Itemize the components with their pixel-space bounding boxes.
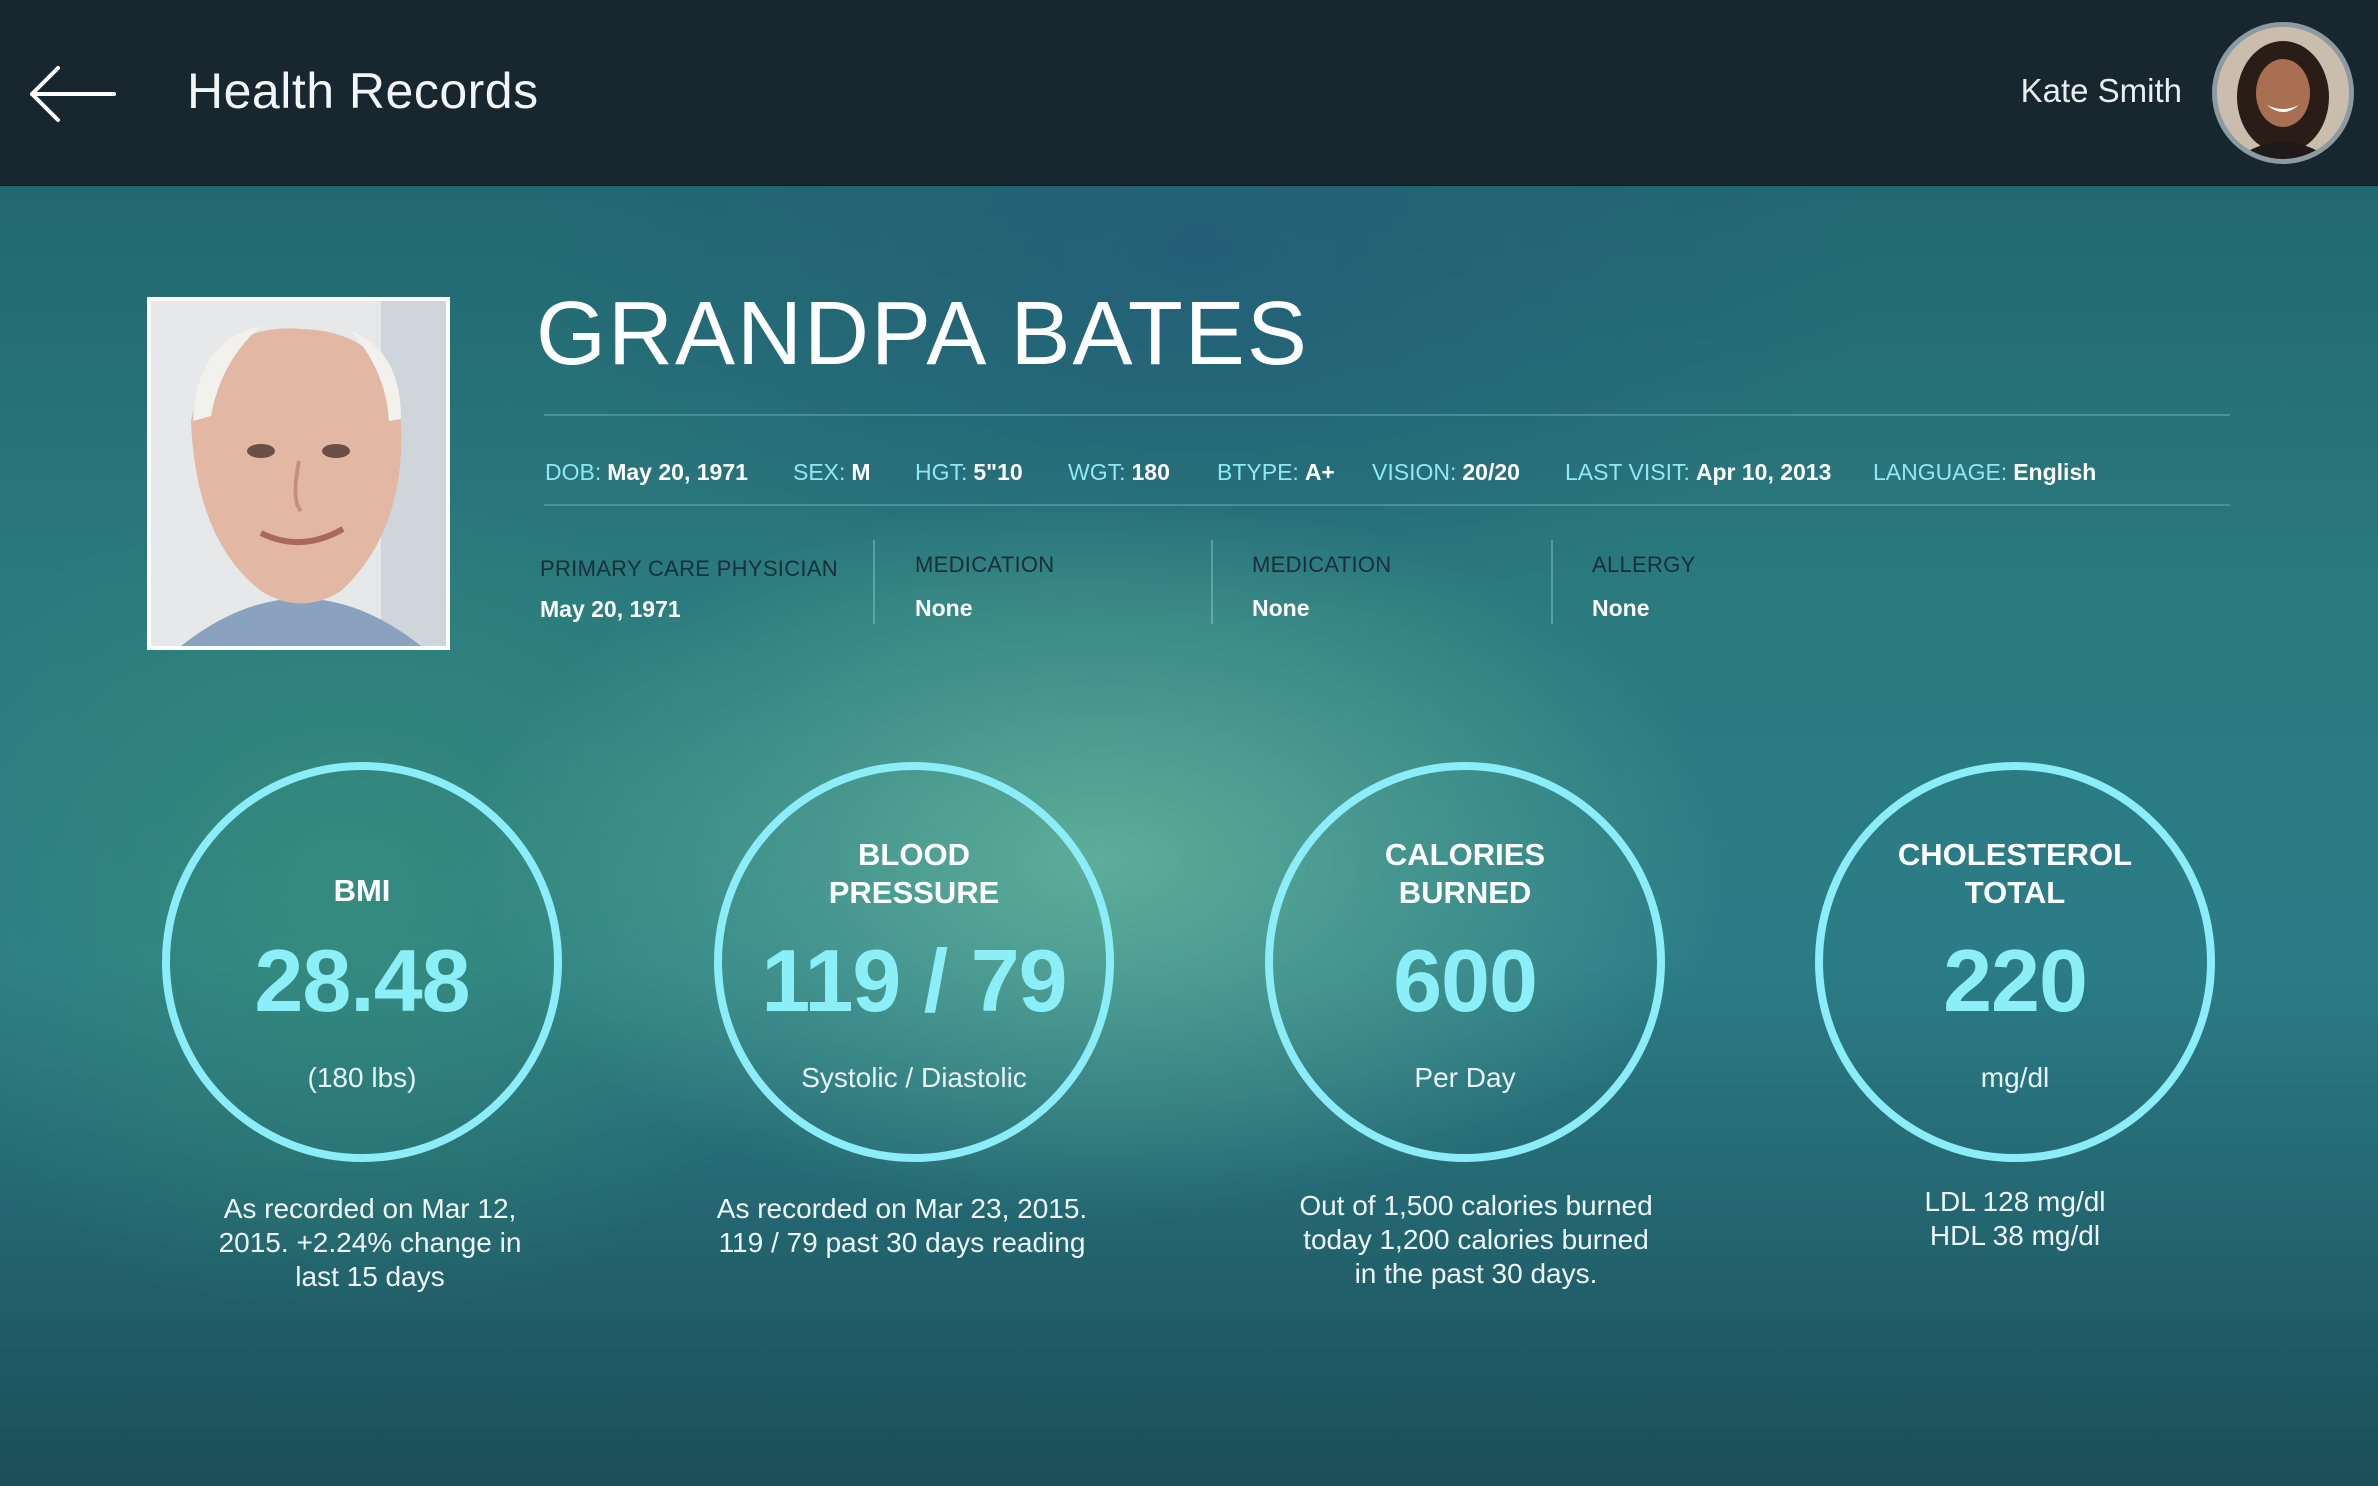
info-value: None bbox=[1252, 595, 1310, 621]
stat-title-line: BURNED bbox=[1398, 875, 1532, 910]
vital-weight: WGT: 180 bbox=[1068, 459, 1170, 486]
patient-name: GRANDPA BATES bbox=[536, 284, 1309, 384]
vital-height: HGT: 5"10 bbox=[915, 459, 1023, 486]
info-allergy: ALLERGY None bbox=[1592, 552, 1696, 622]
stat-title-line: BMI bbox=[333, 873, 391, 908]
note-line: today 1,200 calories burned bbox=[1303, 1224, 1649, 1255]
arrow-left-icon bbox=[30, 66, 116, 122]
info-label: PRIMARY CARE PHYSICIAN bbox=[540, 556, 838, 581]
stat-ring: CALORIES BURNED 600 Per Day bbox=[1265, 762, 1665, 1162]
vital-label: SEX: bbox=[793, 459, 846, 485]
info-value: May 20, 1971 bbox=[540, 596, 681, 622]
vital-value: 5"10 bbox=[973, 459, 1023, 485]
stat-title-line: CALORIES bbox=[1384, 837, 1546, 872]
stat-note-calories: Out of 1,500 calories burned today 1,200… bbox=[1276, 1189, 1676, 1291]
column-divider bbox=[1211, 540, 1213, 624]
vital-value: English bbox=[2013, 459, 2097, 485]
stat-unit: (180 lbs) bbox=[307, 1062, 417, 1093]
stat-value: 119 / 79 bbox=[761, 931, 1067, 1030]
note-line: HDL 38 mg/dl bbox=[1929, 1220, 2101, 1251]
stat-value: 220 bbox=[1943, 931, 2088, 1030]
page-title: Health Records bbox=[187, 63, 539, 119]
health-records-screen: Health Records Kate Smith GRANDPA BATES … bbox=[0, 0, 2378, 1486]
info-primary-care-physician: PRIMARY CARE PHYSICIAN May 20, 1971 bbox=[540, 556, 838, 623]
divider bbox=[544, 504, 2230, 506]
stat-calories-burned[interactable]: CALORIES BURNED 600 Per Day bbox=[1265, 762, 1665, 1162]
vital-label: WGT: bbox=[1068, 459, 1126, 485]
info-label: MEDICATION bbox=[915, 552, 1055, 577]
note-line: As recorded on Mar 23, 2015. bbox=[716, 1193, 1088, 1224]
vital-value: M bbox=[851, 459, 871, 485]
stat-title: CHOLESTEROL TOTAL bbox=[1823, 836, 2207, 912]
stat-blood-pressure[interactable]: BLOOD PRESSURE 119 / 79 Systolic / Diast… bbox=[714, 762, 1114, 1162]
user-avatar-portrait bbox=[2217, 27, 2349, 159]
top-bar: Health Records Kate Smith bbox=[0, 0, 2378, 186]
vital-vision: VISION: 20/20 bbox=[1372, 459, 1520, 486]
note-line: Out of 1,500 calories burned bbox=[1299, 1190, 1653, 1221]
note-line: As recorded on Mar 12, bbox=[223, 1193, 517, 1224]
stat-value: 600 bbox=[1393, 931, 1538, 1030]
note-line: 2015. +2.24% change in bbox=[218, 1227, 522, 1258]
stat-cholesterol-total[interactable]: CHOLESTEROL TOTAL 220 mg/dl bbox=[1815, 762, 2215, 1162]
info-value: None bbox=[915, 595, 973, 621]
vital-value: 180 bbox=[1131, 459, 1170, 485]
user-avatar[interactable] bbox=[2212, 22, 2354, 164]
column-divider bbox=[1551, 540, 1553, 624]
vital-value: Apr 10, 2013 bbox=[1695, 459, 1832, 485]
stat-title-line: CHOLESTEROL bbox=[1897, 837, 2133, 872]
note-line: last 15 days bbox=[295, 1261, 445, 1292]
divider bbox=[544, 414, 2230, 416]
stat-bmi[interactable]: BMI 28.48 (180 lbs) bbox=[162, 762, 562, 1162]
stat-title-line: BLOOD bbox=[858, 837, 970, 872]
vitals-row: DOB: May 20, 1971 SEX: M HGT: 5"10 WGT: 180 … bbox=[545, 459, 2225, 493]
column-divider bbox=[873, 540, 875, 624]
vital-label: BTYPE: bbox=[1217, 459, 1299, 485]
stat-note-blood-pressure: As recorded on Mar 23, 2015. 119 / 79 pa… bbox=[702, 1192, 1102, 1260]
stat-value: 28.48 bbox=[254, 931, 470, 1030]
vital-value: 20/20 bbox=[1462, 459, 1520, 485]
vital-sex: SEX: M bbox=[793, 459, 871, 486]
stat-ring: BMI 28.48 (180 lbs) bbox=[162, 762, 562, 1162]
note-line: in the past 30 days. bbox=[1354, 1258, 1598, 1289]
info-medication-1: MEDICATION None bbox=[915, 552, 1054, 622]
stat-unit: Per Day bbox=[1414, 1062, 1516, 1093]
info-label: ALLERGY bbox=[1592, 552, 1696, 577]
vital-value: A+ bbox=[1304, 459, 1335, 485]
vital-last-visit: LAST VISIT: Apr 10, 2013 bbox=[1565, 459, 1831, 486]
stat-ring: CHOLESTEROL TOTAL 220 mg/dl bbox=[1815, 762, 2215, 1162]
stat-title-line: PRESSURE bbox=[828, 875, 1000, 910]
vital-label: HGT: bbox=[915, 459, 968, 485]
info-value: None bbox=[1592, 595, 1650, 621]
stat-title-line: TOTAL bbox=[1964, 875, 2066, 910]
vital-language: LANGUAGE: English bbox=[1873, 459, 2096, 486]
vital-dob: DOB: May 20, 1971 bbox=[545, 459, 748, 486]
info-label: MEDICATION bbox=[1252, 552, 1392, 577]
stat-note-bmi: As recorded on Mar 12, 2015. +2.24% chan… bbox=[170, 1192, 570, 1294]
vital-blood-type: BTYPE: A+ bbox=[1217, 459, 1335, 486]
stat-title: BMI bbox=[170, 872, 554, 910]
note-line: 119 / 79 past 30 days reading bbox=[718, 1227, 1086, 1258]
back-button[interactable] bbox=[22, 58, 122, 130]
stat-title: CALORIES BURNED bbox=[1273, 836, 1657, 912]
info-medication-2: MEDICATION None bbox=[1252, 552, 1391, 622]
patient-photo bbox=[147, 297, 450, 650]
vital-label: LANGUAGE: bbox=[1873, 459, 2008, 485]
user-name: Kate Smith bbox=[2020, 72, 2182, 109]
vital-label: DOB: bbox=[545, 459, 602, 485]
vital-label: LAST VISIT: bbox=[1565, 459, 1690, 485]
stat-unit: mg/dl bbox=[1980, 1062, 2050, 1093]
vital-label: VISION: bbox=[1372, 459, 1457, 485]
stat-unit: Systolic / Diastolic bbox=[801, 1062, 1027, 1093]
stat-note-cholesterol: LDL 128 mg/dl HDL 38 mg/dl bbox=[1815, 1185, 2215, 1253]
stat-title: BLOOD PRESSURE bbox=[722, 836, 1106, 912]
stat-ring: BLOOD PRESSURE 119 / 79 Systolic / Diast… bbox=[714, 762, 1114, 1162]
note-line: LDL 128 mg/dl bbox=[1924, 1186, 2106, 1217]
vital-value: May 20, 1971 bbox=[607, 459, 748, 485]
patient-portrait bbox=[151, 301, 446, 646]
